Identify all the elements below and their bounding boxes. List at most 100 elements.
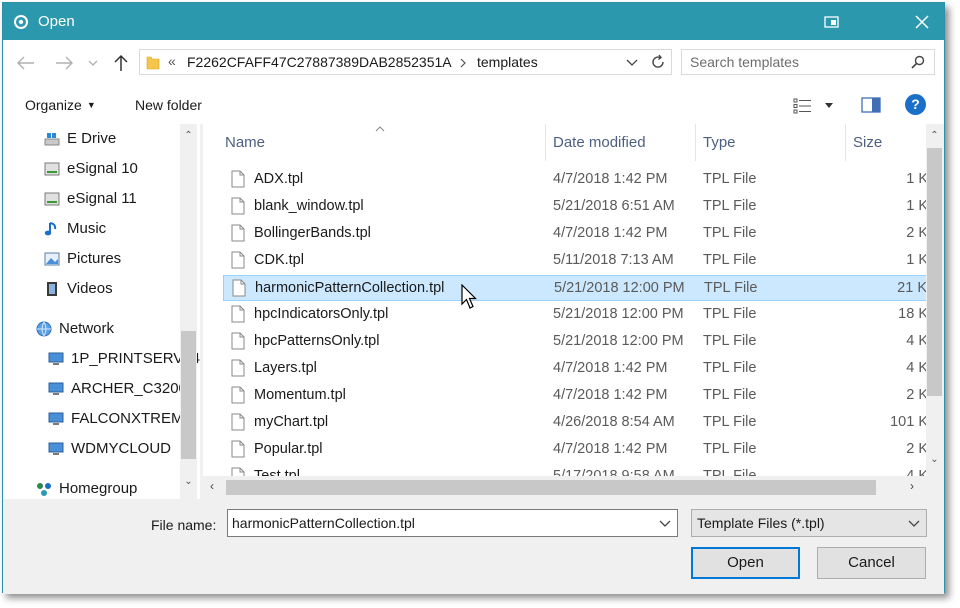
file-row[interactable]: Popular.tpl 4/7/2018 1:42 PM TPL File 2 K	[223, 437, 926, 463]
search-input[interactable]: Search templates	[690, 54, 799, 70]
address-bar[interactable]: « F2262CFAFF47C27887389DAB2852351A templ…	[139, 49, 672, 75]
sort-ascending-icon	[375, 126, 385, 132]
column-header-type[interactable]: Type	[696, 124, 845, 161]
scroll-up-icon[interactable]: ⌃	[182, 130, 195, 141]
breadcrumb-overflow[interactable]: «	[168, 53, 176, 69]
scroll-down-icon[interactable]: ⌄	[928, 454, 941, 465]
chevron-down-icon	[626, 59, 638, 66]
close-button[interactable]	[911, 11, 933, 33]
scroll-down-icon[interactable]: ⌄	[182, 476, 195, 487]
address-history-button[interactable]	[625, 53, 639, 74]
file-row[interactable]: CDK.tpl 5/11/2018 7:13 AM TPL File 1 K	[223, 248, 926, 274]
file-type: TPL File	[703, 225, 757, 241]
scrollbar-thumb[interactable]	[226, 480, 876, 495]
filename-field[interactable]: harmonicPatternCollection.tpl	[227, 509, 678, 537]
help-button[interactable]: ?	[905, 94, 926, 115]
mouse-cursor-icon	[461, 284, 477, 309]
nav-item-label: Pictures	[67, 250, 122, 267]
scroll-right-icon[interactable]: ›	[910, 479, 914, 493]
scroll-left-icon[interactable]: ‹	[210, 479, 214, 493]
filename-value[interactable]: harmonicPatternCollection.tpl	[232, 515, 415, 531]
column-header-size[interactable]: Size	[846, 124, 926, 161]
file-row[interactable]: hpcIndicatorsOnly.tpl 5/21/2018 12:00 PM T…	[223, 302, 926, 328]
file-date: 4/7/2018 1:42 PM	[553, 225, 668, 241]
file-type: TPL File	[703, 198, 757, 214]
breadcrumb-item[interactable]: F2262CFAFF47C27887389DAB2852351A	[187, 54, 452, 70]
file-date: 5/21/2018 12:00 PM	[553, 333, 684, 349]
file-row[interactable]: ADX.tpl 4/7/2018 1:42 PM TPL File 1 K	[223, 167, 926, 193]
nav-item-label: ARCHER_C3200	[71, 380, 187, 397]
caret-down-icon	[825, 103, 833, 108]
file-size: 1 K	[906, 171, 926, 187]
organize-button[interactable]: Organize ▼	[25, 97, 96, 113]
command-bar: Organize ▼ New folder ?	[3, 86, 944, 125]
file-name: Layers.tpl	[254, 360, 317, 376]
file-name: blank_window.tpl	[254, 198, 364, 214]
computer-icon	[48, 382, 64, 395]
file-size: 1 K	[906, 252, 926, 268]
snap-button[interactable]	[821, 11, 843, 33]
file-icon	[231, 332, 245, 350]
file-type: TPL File	[703, 306, 757, 322]
chevron-down-icon	[908, 520, 920, 527]
pictures-icon	[44, 252, 60, 266]
file-row[interactable]: blank_window.tpl 5/21/2018 6:51 AM TPL Fil…	[223, 194, 926, 220]
file-list-horizontal-scrollbar[interactable]: ‹ ›	[203, 476, 926, 499]
open-button[interactable]: Open	[691, 547, 800, 579]
drive-icon	[44, 162, 60, 176]
breadcrumb-item[interactable]: templates	[477, 54, 538, 70]
navigation-pane-scrollbar[interactable]: ⌃ ⌄	[180, 124, 197, 499]
file-row[interactable]: hpcPatternsOnly.tpl 5/21/2018 12:00 PM TPL…	[223, 329, 926, 355]
recent-locations-button[interactable]	[86, 52, 100, 74]
homegroup-icon	[37, 483, 51, 496]
nav-item-label: Music	[67, 220, 107, 237]
forward-button[interactable]	[53, 52, 75, 74]
file-date: 4/7/2018 1:42 PM	[553, 387, 668, 403]
drive-icon	[44, 192, 60, 206]
file-name: BollingerBands.tpl	[254, 225, 371, 241]
file-row[interactable]: Layers.tpl 4/7/2018 1:42 PM TPL File 4 K	[223, 356, 926, 382]
file-name: CDK.tpl	[254, 252, 304, 268]
arrow-right-icon	[56, 56, 73, 70]
chevron-right-icon	[460, 58, 466, 68]
file-row[interactable]: myChart.tpl 4/26/2018 8:54 AM TPL File 101 …	[223, 410, 926, 436]
file-list-scrollbar[interactable]: ⌃ ⌄	[926, 124, 943, 476]
chevron-down-icon[interactable]	[659, 516, 671, 530]
navigation-bar: « F2262CFAFF47C27887389DAB2852351A templ…	[3, 40, 944, 86]
file-type: TPL File	[703, 252, 757, 268]
search-box[interactable]: Search templates	[681, 49, 935, 75]
file-icon	[231, 251, 245, 269]
new-folder-button[interactable]: New folder	[135, 97, 202, 113]
column-header-name[interactable]: Name	[203, 124, 546, 161]
file-row[interactable]: Test.tpl 5/17/2018 9:58 AM TPL File 4 K	[223, 464, 926, 476]
title-bar: Open	[3, 3, 944, 40]
file-icon	[231, 440, 245, 458]
arrow-left-icon	[17, 56, 34, 70]
file-name: Test.tpl	[254, 468, 300, 476]
scrollbar-thumb[interactable]	[181, 331, 196, 459]
file-type: TPL File	[703, 387, 757, 403]
folder-icon	[146, 56, 160, 70]
back-button[interactable]	[15, 52, 37, 74]
file-date: 5/11/2018 7:13 AM	[553, 252, 674, 268]
file-icon	[231, 359, 245, 377]
cancel-button[interactable]: Cancel	[817, 547, 926, 579]
file-row[interactable]: Momentum.tpl 4/7/2018 1:42 PM TPL File 2 K	[223, 383, 926, 409]
filetype-select[interactable]: Template Files (*.tpl)	[691, 509, 927, 537]
file-icon	[231, 467, 245, 476]
scrollbar-thumb[interactable]	[927, 148, 942, 396]
file-row[interactable]: harmonicPatternCollection.tpl 5/21/2018 1…	[223, 275, 926, 301]
file-icon	[231, 386, 245, 404]
file-date: 4/7/2018 1:42 PM	[553, 171, 668, 187]
file-type: TPL File	[703, 468, 757, 476]
up-button[interactable]	[110, 52, 132, 74]
file-size: 101 K	[890, 414, 926, 430]
refresh-button[interactable]	[650, 53, 666, 74]
computer-icon	[48, 442, 64, 455]
file-row[interactable]: BollingerBands.tpl 4/7/2018 1:42 PM TPL Fi…	[223, 221, 926, 247]
videos-icon	[47, 282, 57, 296]
close-icon	[915, 15, 929, 29]
column-header-date[interactable]: Date modified	[546, 124, 695, 161]
file-name: Popular.tpl	[254, 441, 323, 457]
scroll-up-icon[interactable]: ⌃	[928, 130, 941, 141]
